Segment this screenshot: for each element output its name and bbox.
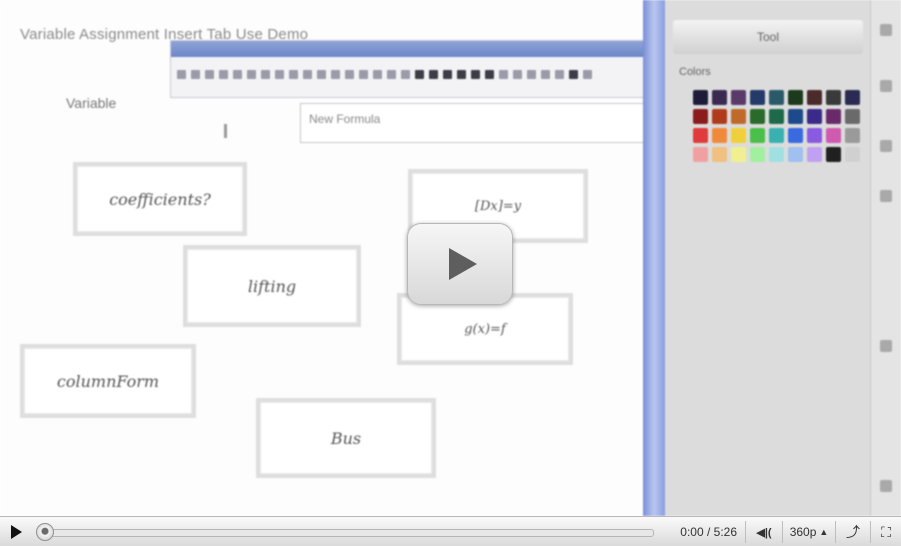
color-swatch — [712, 90, 727, 105]
color-swatch — [712, 128, 727, 143]
formula-editor-titlebar — [171, 41, 646, 57]
formula-node: Bus — [256, 398, 436, 478]
fullscreen-icon: ⛶ — [881, 523, 891, 540]
quality-label: 360p — [789, 525, 817, 539]
color-swatch — [750, 128, 765, 143]
panel-tab: Tool — [673, 20, 863, 54]
play-icon — [10, 525, 22, 539]
player-controls: 0:00 / 5:26 ◀︎|( 360p ▲ ⤴ ⛶ — [0, 516, 901, 546]
color-swatch — [807, 109, 822, 124]
time-display: 0:00 / 5:26 — [680, 525, 737, 539]
play-overlay-button[interactable] — [407, 223, 513, 305]
color-swatch — [731, 147, 746, 162]
color-swatch — [769, 128, 784, 143]
popout-icon: ⤴ — [846, 524, 860, 540]
color-swatch — [788, 109, 803, 124]
side-panel: Tool Colors — [665, 0, 870, 516]
color-swatch — [807, 128, 822, 143]
color-swatch — [807, 147, 822, 162]
play-icon — [449, 248, 477, 280]
fullscreen-button[interactable]: ⛶ — [871, 517, 901, 546]
color-swatch — [731, 90, 746, 105]
formula-node: columnForm — [20, 344, 196, 418]
node-label: coefficients? — [109, 189, 211, 209]
color-swatch — [826, 128, 841, 143]
node-label: Bus — [330, 428, 362, 448]
node-label: columnForm — [56, 371, 160, 391]
color-swatch — [750, 147, 765, 162]
color-swatch — [750, 109, 765, 124]
cursor-icon — [224, 124, 227, 138]
color-swatch — [750, 90, 765, 105]
panel-section-label: Colors — [679, 66, 711, 78]
volume-icon: ◀︎|( — [756, 526, 772, 539]
color-swatch — [731, 128, 746, 143]
color-swatch — [826, 90, 841, 105]
color-swatch — [807, 90, 822, 105]
color-swatch — [693, 147, 708, 162]
color-swatch — [788, 128, 803, 143]
video-player[interactable]: Variable Assignment Insert Tab Use Demo … — [0, 0, 901, 546]
scrubber-handle[interactable] — [36, 523, 54, 541]
formula-node: lifting — [183, 245, 361, 327]
color-swatch — [712, 109, 727, 124]
progress-track — [50, 529, 655, 537]
color-swatch — [731, 109, 746, 124]
color-swatch — [693, 109, 708, 124]
formula-input-placeholder: New Formula — [309, 112, 381, 126]
window-divider — [643, 0, 665, 516]
volume-button[interactable]: ◀︎|( — [746, 517, 782, 546]
popout-button[interactable]: ⤴ — [836, 517, 870, 546]
play-button[interactable] — [0, 517, 32, 546]
node-label: lifting — [247, 276, 297, 296]
color-swatch — [845, 90, 860, 105]
node-label: g(x)=f — [464, 321, 506, 337]
color-swatch — [826, 147, 841, 162]
color-swatch — [788, 147, 803, 162]
color-swatch — [693, 90, 708, 105]
formula-editor-toolbar — [177, 67, 640, 81]
variable-label: Variable — [66, 95, 117, 111]
color-swatch — [826, 109, 841, 124]
color-swatch — [769, 109, 784, 124]
color-swatch — [769, 90, 784, 105]
formula-input: New Formula — [300, 103, 647, 143]
color-swatch — [845, 147, 860, 162]
color-swatch — [788, 90, 803, 105]
chevron-up-icon: ▲ — [819, 527, 829, 537]
right-toolbar-strip — [870, 0, 901, 516]
formula-node: coefficients? — [73, 162, 247, 236]
color-swatch — [845, 128, 860, 143]
color-swatch — [693, 128, 708, 143]
color-swatch — [712, 147, 727, 162]
progress-bar[interactable] — [32, 517, 672, 546]
color-swatch — [769, 147, 784, 162]
formula-editor-window — [170, 40, 647, 98]
node-label: [Dx]=y — [474, 198, 522, 214]
color-palette — [693, 90, 860, 162]
color-swatch — [845, 109, 860, 124]
quality-selector[interactable]: 360p ▲ — [783, 517, 835, 546]
